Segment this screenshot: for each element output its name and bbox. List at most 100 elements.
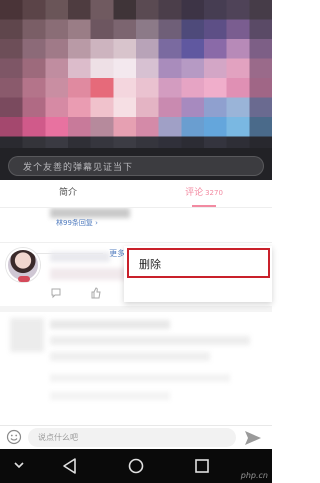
mosaic-block — [90, 117, 114, 137]
mosaic-block — [0, 19, 24, 40]
mosaic-block — [68, 58, 92, 79]
blurred-text — [50, 336, 250, 345]
mosaic-block — [181, 19, 205, 40]
mosaic-block — [68, 0, 92, 20]
nav-back-icon[interactable] — [60, 456, 80, 476]
mosaic-block — [204, 19, 228, 40]
mosaic-block — [0, 78, 24, 98]
mosaic-block — [136, 58, 160, 79]
mosaic-block — [68, 19, 92, 40]
mosaic-block — [158, 0, 182, 20]
tab-comments-label: 评论 — [185, 188, 204, 198]
mosaic-block — [249, 97, 272, 118]
tab-comments[interactable]: 评论 3270 — [136, 180, 272, 207]
mosaic-block — [113, 117, 137, 137]
comments-list: 林99条回复 › 更多热门评论 › — [0, 208, 272, 425]
mosaic-block — [113, 19, 137, 40]
mosaic-block — [226, 19, 250, 40]
mosaic-block — [204, 78, 228, 98]
replies-link[interactable]: 林99条回复 › — [56, 218, 98, 228]
mosaic-block — [22, 78, 46, 98]
nav-home-icon[interactable] — [126, 456, 146, 476]
mosaic-block — [226, 58, 250, 79]
mosaic-block — [249, 78, 272, 98]
avatar-blurred — [10, 318, 44, 352]
blurred-text — [50, 208, 130, 218]
blurred-text — [50, 352, 210, 361]
mosaic-block — [226, 97, 250, 118]
reply-icon[interactable] — [50, 287, 62, 299]
avatar[interactable] — [6, 248, 40, 282]
send-icon[interactable] — [244, 430, 262, 446]
mosaic-block — [181, 39, 205, 59]
watermark: php.cn — [240, 471, 268, 480]
mosaic-block — [68, 39, 92, 59]
tab-bar: 简介 评论 3270 — [0, 180, 272, 208]
mosaic-block — [90, 19, 114, 40]
mosaic-block — [68, 97, 92, 118]
delete-label: 删除 — [139, 258, 161, 271]
mosaic-block — [136, 97, 160, 118]
mosaic-block — [22, 58, 46, 79]
system-nav-bar: php.cn — [0, 449, 272, 483]
mosaic-block — [68, 78, 92, 98]
mosaic-block — [113, 58, 137, 79]
mosaic-block — [226, 78, 250, 98]
mosaic-block — [181, 58, 205, 79]
mosaic-block — [22, 117, 46, 137]
mosaic-block — [249, 19, 272, 40]
comment-text-blurred — [50, 268, 130, 280]
nav-recent-icon[interactable] — [192, 456, 212, 476]
mosaic-block — [113, 97, 137, 118]
mosaic-block — [90, 78, 114, 98]
mosaic-block — [204, 58, 228, 79]
danmaku-placeholder: 发个友善的弹幕见证当下 — [23, 163, 134, 173]
tab-intro[interactable]: 简介 — [0, 180, 136, 207]
mosaic-block — [249, 0, 272, 20]
mosaic-block — [0, 39, 24, 59]
mosaic-block — [0, 0, 24, 20]
mosaic-block — [226, 117, 250, 137]
hide-keyboard-icon[interactable] — [12, 458, 26, 472]
mosaic-block — [226, 39, 250, 59]
mosaic-block — [22, 39, 46, 59]
mosaic-block — [45, 117, 69, 137]
mosaic-block — [90, 58, 114, 79]
comment-input[interactable]: 说点什么吧 — [28, 428, 236, 447]
mosaic-block — [90, 0, 114, 20]
mosaic-block — [158, 58, 182, 79]
tab-comments-count: 3270 — [205, 189, 223, 197]
mosaic-block — [113, 39, 137, 59]
mosaic-block — [136, 117, 160, 137]
mosaic-block — [90, 97, 114, 118]
mosaic-block — [45, 0, 69, 20]
mosaic-block — [45, 19, 69, 40]
like-icon[interactable] — [90, 287, 102, 299]
mosaic-block — [136, 0, 160, 20]
mosaic-block — [158, 78, 182, 98]
mosaic-block — [22, 0, 46, 20]
mosaic-block — [158, 97, 182, 118]
mosaic-block — [204, 39, 228, 59]
mosaic-block — [181, 117, 205, 137]
delete-menu-item[interactable]: 删除 — [127, 248, 270, 278]
pixelated-video-frame — [0, 0, 272, 156]
mosaic-block — [22, 97, 46, 118]
mosaic-block — [181, 97, 205, 118]
danmaku-input[interactable]: 发个友善的弹幕见证当下 — [8, 156, 264, 176]
mosaic-block — [90, 39, 114, 59]
mosaic-block — [0, 117, 24, 137]
mosaic-block — [249, 58, 272, 79]
mosaic-block — [181, 78, 205, 98]
emoji-icon[interactable] — [6, 429, 22, 445]
mosaic-block — [136, 39, 160, 59]
mosaic-block — [22, 19, 46, 40]
mosaic-block — [136, 19, 160, 40]
mosaic-block — [226, 0, 250, 20]
mosaic-block — [158, 117, 182, 137]
video-player[interactable]: 发个友善的弹幕见证当下 — [0, 0, 272, 180]
tab-intro-label: 简介 — [58, 188, 77, 198]
mosaic-block — [0, 97, 24, 118]
comment-input-placeholder: 说点什么吧 — [38, 433, 78, 442]
comment-input-bar: 说点什么吧 — [0, 425, 272, 449]
